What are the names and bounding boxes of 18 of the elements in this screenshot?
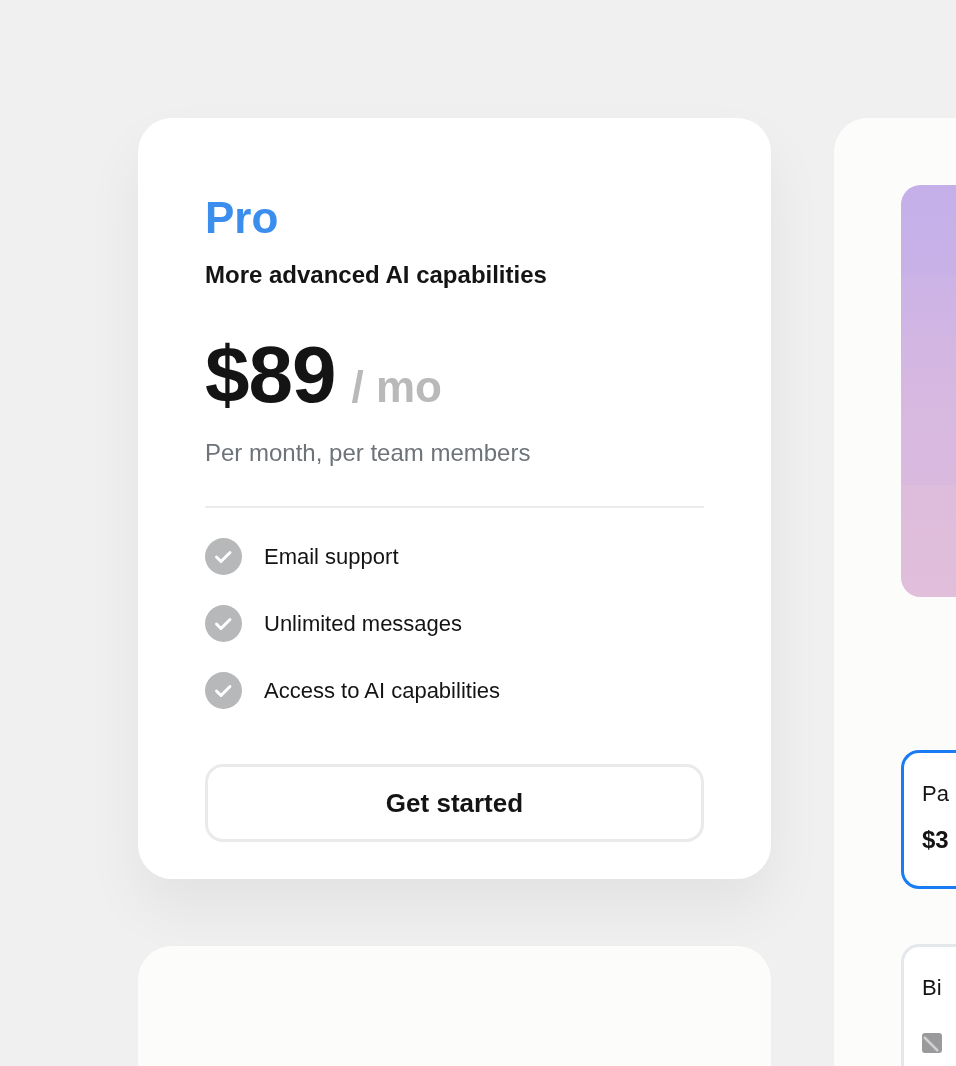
price-note: Per month, per team members <box>205 438 532 468</box>
check-icon <box>205 605 242 642</box>
feature-label: Access to AI capabilities <box>264 676 500 705</box>
check-icon <box>205 538 242 575</box>
option-label: Bi <box>922 975 942 1001</box>
check-icon <box>205 672 242 709</box>
feature-label: Email support <box>264 542 399 571</box>
square-icon <box>922 1033 942 1053</box>
feature-label: Unlimited messages <box>264 609 463 638</box>
plan-tagline: More advanced AI capabilities <box>205 260 548 290</box>
option-card[interactable]: Pa $3 <box>901 750 956 889</box>
option-price: $3 <box>922 825 949 855</box>
price: $89 <box>205 330 336 420</box>
option-card[interactable]: Bi <box>901 944 956 1066</box>
plan-name: Pro <box>205 194 280 242</box>
price-period: / mo <box>351 362 442 412</box>
option-label: Pa <box>922 781 949 807</box>
get-started-button[interactable]: Get started <box>205 764 704 842</box>
